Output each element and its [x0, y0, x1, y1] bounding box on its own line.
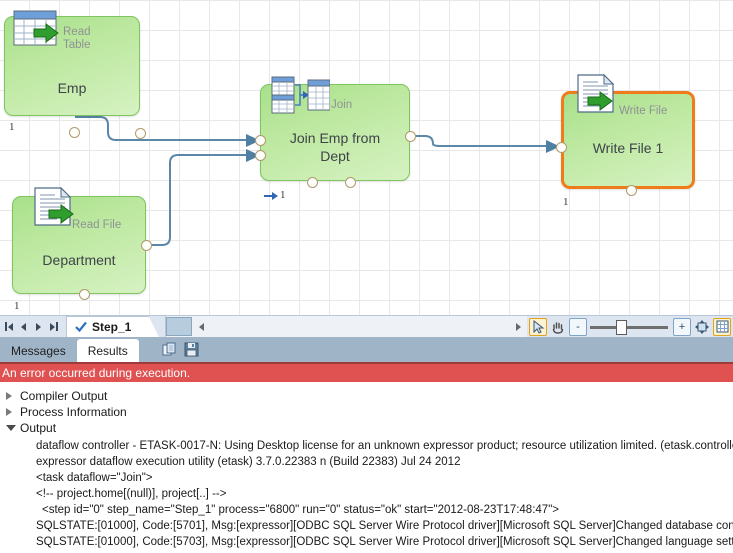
- canvas-tools: - +: [527, 316, 733, 338]
- bottom-port-left[interactable]: [307, 177, 318, 188]
- node-department[interactable]: Read File Department: [12, 186, 152, 300]
- scroll-left-arrow-icon[interactable]: [199, 322, 205, 331]
- dataflow-canvas[interactable]: Read Table Emp 1 Read File Department 1 …: [0, 0, 733, 315]
- tree-item-compiler-output[interactable]: Compiler Output: [0, 388, 733, 404]
- results-toolbar: [159, 339, 203, 359]
- select-tool-button[interactable]: [529, 317, 547, 336]
- pan-tool-button[interactable]: [549, 318, 567, 336]
- toggle-grid-button[interactable]: [713, 317, 731, 336]
- results-tabstrip: Messages Results: [0, 337, 733, 364]
- next-step-button[interactable]: [31, 317, 46, 337]
- bottom-port-right[interactable]: [345, 177, 356, 188]
- scrollbar-thumb[interactable]: [166, 316, 193, 336]
- last-step-button[interactable]: [46, 317, 61, 337]
- previous-step-button[interactable]: [16, 317, 31, 337]
- fit-to-window-icon: [695, 319, 709, 334]
- write-file-icon: [577, 73, 615, 113]
- expand-toggle[interactable]: [6, 408, 20, 416]
- hand-icon: [552, 321, 564, 334]
- node-title: Emp: [57, 80, 87, 96]
- tree-item-label: Output: [20, 421, 57, 435]
- chevron-down-icon: [6, 425, 16, 431]
- input-port-top[interactable]: [255, 135, 266, 146]
- tree-item-label: Process Information: [20, 405, 127, 419]
- bottom-port[interactable]: [626, 185, 637, 196]
- output-port[interactable]: [141, 240, 152, 251]
- node-title: Join Emp from Dept: [289, 130, 381, 164]
- zoom-out-label: -: [576, 320, 580, 333]
- reject-arrow-icon: [264, 192, 278, 200]
- save-icon: [184, 342, 199, 356]
- tab-messages[interactable]: Messages: [0, 340, 77, 362]
- log-line: <!-- project.home[(null)], project[..] -…: [36, 488, 227, 500]
- node-write-file[interactable]: Write File Write File 1: [556, 73, 695, 196]
- node-title: Write File 1: [592, 140, 664, 156]
- bottom-port[interactable]: [79, 289, 90, 300]
- copy-icon: [162, 342, 176, 355]
- join-icon: [271, 76, 330, 114]
- tab-results-label: Results: [87, 343, 128, 358]
- step-navigation: [0, 316, 61, 338]
- log-line: expressor dataflow execution utility (et…: [36, 456, 461, 468]
- log-line: <step id="0" step_name="Step_1" process=…: [42, 504, 559, 516]
- canvas-horizontal-scrollbar[interactable]: [165, 315, 527, 338]
- log-line: SQLSTATE:[01000], Code:[5703], Msg:[expr…: [36, 536, 733, 548]
- cursor-icon: [533, 319, 544, 334]
- node-join[interactable]: Join Join Emp from Dept: [255, 76, 416, 188]
- error-message: An error occurred during execution.: [2, 366, 191, 380]
- zoom-slider[interactable]: [590, 318, 668, 336]
- scroll-right-arrow-icon[interactable]: [516, 322, 521, 331]
- bottom-port[interactable]: [69, 127, 80, 138]
- node-badge-join: 1: [280, 189, 286, 201]
- error-banner: An error occurred during execution.: [0, 364, 733, 382]
- node-type-label: Join: [331, 99, 353, 111]
- zoom-out-button[interactable]: -: [569, 317, 587, 336]
- chevron-right-icon: [6, 392, 12, 400]
- zoom-in-button[interactable]: +: [673, 317, 691, 336]
- node-title: Department: [42, 252, 116, 268]
- tree-item-output[interactable]: Output: [0, 420, 733, 436]
- zoom-in-label: +: [678, 320, 686, 333]
- tab-messages-label: Messages: [11, 344, 66, 358]
- tree-item-label: Compiler Output: [20, 389, 108, 403]
- output-port[interactable]: [135, 128, 146, 139]
- log-line: <task dataflow="Join">: [36, 472, 153, 484]
- log-line: SQLSTATE:[01000], Code:[5701], Msg:[expr…: [36, 520, 733, 532]
- read-table-icon: [13, 10, 59, 46]
- results-panel: Messages Results An error occurred durin…: [0, 337, 733, 553]
- copy-button[interactable]: [159, 339, 181, 359]
- zoom-slider-track: [590, 325, 668, 329]
- save-button[interactable]: [181, 339, 203, 359]
- tab-step-1[interactable]: Step_1: [66, 315, 161, 339]
- output-log[interactable]: dataflow controller - ETASK-0017-N: Usin…: [0, 436, 733, 550]
- node-badge-emp: 1: [9, 121, 15, 133]
- node-badge-write-file: 1: [563, 196, 569, 208]
- input-port-bottom[interactable]: [255, 150, 266, 161]
- expand-toggle[interactable]: [6, 392, 20, 400]
- chevron-right-icon: [6, 408, 12, 416]
- expressor-studio-window: Read Table Emp 1 Read File Department 1 …: [0, 0, 733, 553]
- fit-to-window-button[interactable]: [693, 318, 711, 336]
- node-type-label: Read Table: [63, 26, 91, 51]
- log-line: dataflow controller - ETASK-0017-N: Usin…: [36, 440, 733, 452]
- first-step-button[interactable]: [1, 317, 16, 337]
- node-emp[interactable]: Read Table Emp: [4, 10, 146, 139]
- node-type-label: Write File: [619, 105, 668, 117]
- grid-icon: [716, 320, 728, 333]
- collapse-toggle[interactable]: [6, 425, 20, 431]
- tab-results[interactable]: Results: [76, 339, 139, 362]
- canvas-toolbar: Step_1 - +: [0, 315, 733, 339]
- input-port[interactable]: [556, 142, 567, 153]
- output-tree: Compiler Output Process Information Outp…: [0, 382, 733, 550]
- node-badge-department: 1: [14, 300, 20, 312]
- output-port[interactable]: [405, 131, 416, 142]
- zoom-slider-thumb[interactable]: [616, 319, 627, 335]
- tab-step-1-label: Step_1: [92, 320, 132, 334]
- node-type-label: Read File: [72, 219, 122, 231]
- tree-item-process-information[interactable]: Process Information: [0, 404, 733, 420]
- check-icon: [75, 321, 87, 333]
